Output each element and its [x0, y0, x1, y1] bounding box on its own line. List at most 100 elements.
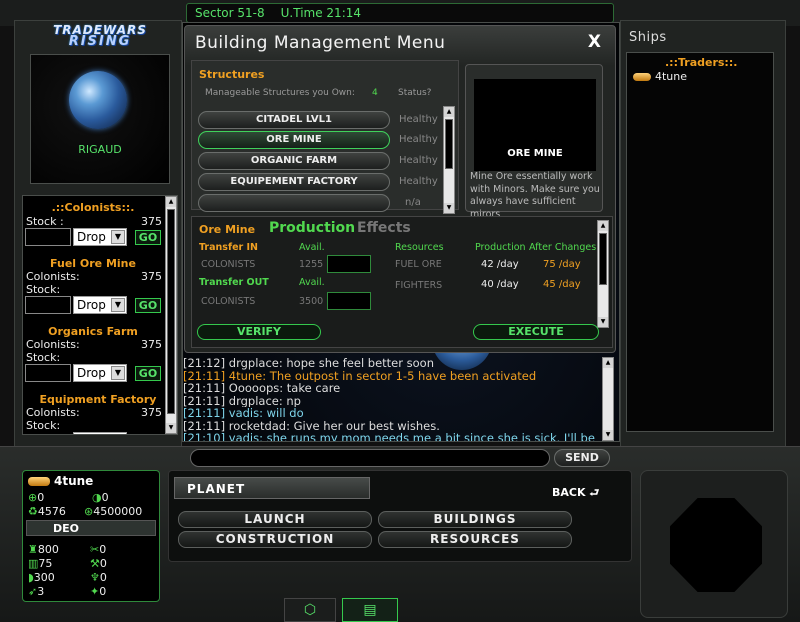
structure-organic-farm[interactable]: ORGANIC FARM [198, 152, 390, 170]
scroll-down-icon[interactable]: ▼ [444, 203, 454, 213]
modal-title: Building Management Menu [195, 33, 446, 53]
verify-button[interactable]: VERIFY [197, 324, 321, 340]
ship-item[interactable]: 4tune [633, 70, 687, 83]
chat-line: [21:11] drgplace: np [183, 395, 600, 408]
production-header: Production [475, 242, 526, 253]
scroll-up-icon[interactable]: ▲ [603, 358, 613, 368]
corp-bar: DEO [26, 520, 156, 536]
drop-select-3[interactable]: Drop ▼ [73, 364, 127, 382]
structure-status: Healthy [399, 114, 438, 125]
launch-button[interactable]: LAUNCH [178, 511, 372, 528]
preview-description: Mine Ore essentially work with Minors. M… [470, 171, 600, 220]
back-button[interactable]: BACK ⮐ [552, 484, 599, 503]
transfer-out-avail: 3500 [299, 296, 324, 307]
console-tab-button[interactable]: ▤ [342, 598, 398, 622]
chat-text: drgplace: hope she feel better soon [228, 357, 434, 370]
resource-production: 40 /day [481, 279, 519, 290]
buildings-button[interactable]: BUILDINGS [378, 511, 572, 528]
chat-input[interactable] [190, 449, 550, 467]
stock-label-4: Stock: [26, 419, 61, 432]
back-label: BACK [552, 486, 586, 499]
planet-globe[interactable] [69, 71, 127, 129]
stat-value: 0 [101, 491, 109, 504]
chat-log: [21:12] drgplace: hope she feel better s… [182, 357, 600, 441]
recycle-icon: ♻ [28, 505, 38, 518]
go-button-2[interactable]: GO [135, 298, 161, 313]
transfer-amount-input-3[interactable] [25, 364, 71, 382]
scroll-thumb[interactable] [599, 233, 607, 285]
colonists-value-2: 375 [141, 270, 162, 283]
sector-time-bar: Sector 51-8 U.Time 21:14 [186, 3, 614, 23]
structure-status: Healthy [399, 155, 438, 166]
modal-close-button[interactable]: X [588, 32, 601, 52]
torpedo-icon: ➶ [28, 585, 38, 598]
execute-button[interactable]: EXECUTE [473, 324, 599, 340]
ships-title: Ships [629, 30, 667, 45]
structure-equipment-factory[interactable]: EQUIPEMENT FACTORY [198, 173, 390, 191]
resources-button[interactable]: RESOURCES [378, 531, 572, 548]
transfer-in-item: COLONISTS [201, 259, 256, 270]
scroll-down-icon[interactable]: ▼ [166, 423, 176, 433]
chat-time: [21:10] [183, 432, 226, 441]
construction-button[interactable]: CONSTRUCTION [178, 531, 372, 548]
chat-scrollbar[interactable]: ▲ ▼ [602, 357, 614, 441]
structure-citadel[interactable]: CITADEL LVL1 [198, 111, 390, 129]
chat-line: [21:11] rocketdad: Give her our best wis… [183, 420, 600, 433]
stat-value: 0 [99, 571, 107, 584]
transfer-amount-input-2[interactable] [25, 296, 71, 314]
chevron-down-icon: ▼ [111, 366, 125, 380]
planet-view: RIGAUD [30, 54, 170, 184]
transfer-in-input[interactable] [327, 255, 371, 273]
stat-value: 0 [99, 585, 107, 598]
go-button-1[interactable]: GO [135, 230, 161, 245]
colonists-title: .::Colonists::. [51, 201, 135, 214]
ship-icon [633, 72, 651, 81]
colonists-panel: .::Colonists::. Stock : 375 Drop ▼ GO Fue… [22, 195, 178, 435]
structures-scrollbar[interactable]: ▲ ▼ [443, 106, 455, 214]
ship-name: 4tune [655, 70, 688, 83]
stat-value: 300 [33, 571, 55, 584]
manageable-label: Manageable Structures you Own: [205, 88, 355, 98]
transfer-amount-input-1[interactable] [25, 228, 71, 246]
colonists-label-4: Colonists: [26, 406, 80, 419]
scroll-up-icon[interactable]: ▲ [598, 221, 608, 231]
chat-time: [21:11] [183, 419, 226, 432]
colonists-scrollbar[interactable]: ▲ ▼ [165, 196, 177, 434]
drop-select-1[interactable]: Drop ▼ [73, 228, 127, 246]
section-heading-organics-farm: Organics Farm [48, 325, 138, 338]
stock-label-1: Stock : [26, 215, 64, 228]
hexagon-icon: ⬡ [303, 602, 317, 618]
stat-credits: ⊛4500000 [84, 505, 142, 518]
mine-icon: ♆ [90, 571, 100, 584]
stat-fighters: ♜800 [28, 543, 59, 556]
scroll-thumb[interactable] [167, 209, 175, 414]
drop-select-4[interactable] [73, 432, 127, 434]
stock-value-1: 375 [141, 215, 162, 228]
tab-production[interactable]: Production [269, 220, 355, 236]
stat-tool: ✂0 [90, 543, 106, 556]
scroll-up-icon[interactable]: ▲ [444, 107, 454, 117]
structure-empty-slot[interactable] [198, 194, 390, 212]
scroll-down-icon[interactable]: ▼ [603, 430, 613, 440]
wrench-icon: ⚒ [90, 557, 100, 570]
production-scrollbar[interactable]: ▲ ▼ [597, 220, 609, 328]
structure-ore-mine[interactable]: ORE MINE [198, 131, 390, 149]
cargo-icon: ▥ [28, 557, 39, 570]
scroll-thumb[interactable] [445, 119, 453, 169]
scroll-up-icon[interactable]: ▲ [166, 197, 176, 207]
scroll-down-icon[interactable]: ▼ [598, 317, 608, 327]
drop-select-2[interactable]: Drop ▼ [73, 296, 127, 314]
player-name: 4tune [54, 474, 94, 488]
chat-text: rocketdad: Give her our best wishes. [228, 419, 440, 432]
send-button[interactable]: SEND [554, 449, 610, 467]
hex-tab-button[interactable]: ⬡ [284, 598, 336, 622]
drop-select-label: Drop [77, 230, 106, 244]
stat-probe: ✦0 [90, 585, 106, 598]
colonists-value-4: 375 [141, 406, 162, 419]
stat-torpedo: ➶3 [28, 585, 44, 598]
game-logo: TRADEWARS RISING [40, 24, 160, 50]
chat-text: vadis: will do [228, 407, 304, 420]
tab-effects[interactable]: Effects [357, 220, 411, 236]
go-button-3[interactable]: GO [135, 366, 161, 381]
transfer-out-input[interactable] [327, 292, 371, 310]
